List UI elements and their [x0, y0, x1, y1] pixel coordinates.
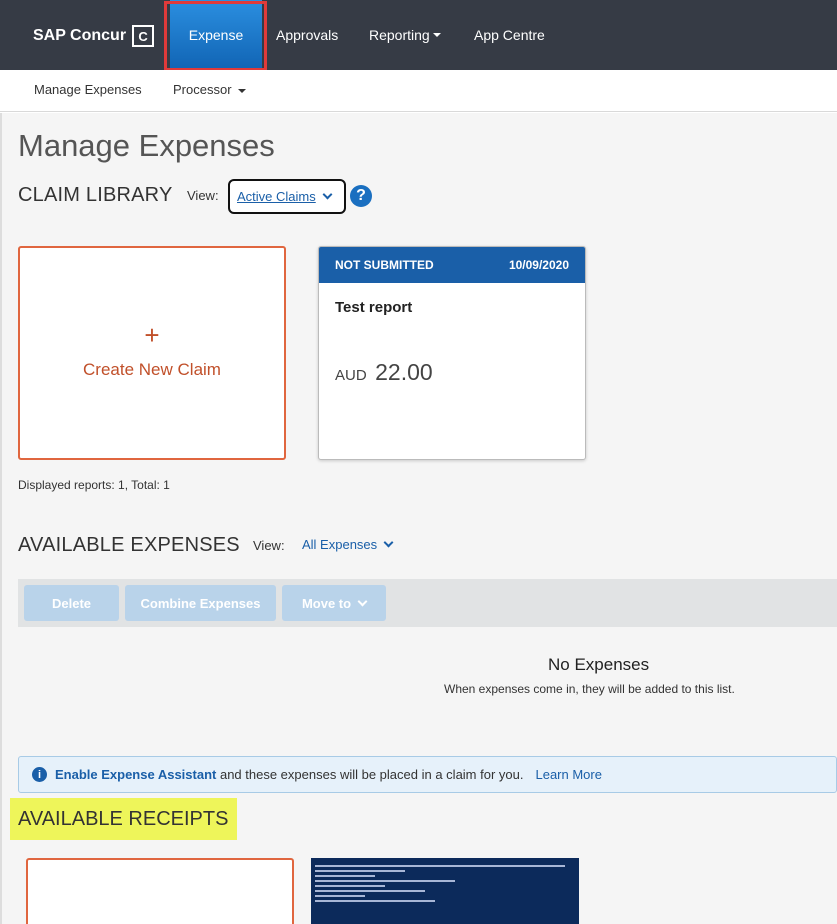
claim-view-value: Active Claims	[237, 189, 316, 204]
brand-name: SAP Concur	[33, 27, 127, 44]
plus-icon: +	[144, 320, 160, 350]
sub-nav: Manage Expenses Processor	[0, 70, 837, 112]
top-nav: SAP Concur C Expense Approvals Reporting…	[0, 0, 837, 70]
subnav-processor-label: Processor	[173, 82, 232, 97]
no-expenses-title: No Expenses	[548, 655, 650, 674]
claim-view-dropdown[interactable]: Active Claims	[228, 179, 346, 214]
displayed-reports-count: Displayed reports: 1, Total: 1	[18, 478, 170, 492]
upload-receipt-card[interactable]	[26, 858, 294, 924]
expense-assistant-banner: i Enable Expense Assistant and these exp…	[18, 756, 837, 793]
chevron-down-icon	[383, 537, 394, 548]
nav-approvals[interactable]: Approvals	[276, 0, 338, 70]
report-card-header: NOT SUBMITTED 10/09/2020	[319, 247, 585, 283]
concur-logo-icon: C	[132, 25, 155, 47]
expenses-view-value: All Expenses	[302, 537, 378, 552]
available-receipts-title: AVAILABLE RECEIPTS	[10, 798, 237, 840]
receipt-thumbnail[interactable]	[311, 858, 579, 924]
delete-button[interactable]: Delete	[24, 585, 119, 621]
nav-reporting-label: Reporting	[369, 27, 430, 43]
subnav-manage-expenses[interactable]: Manage Expenses	[34, 82, 142, 97]
help-icon[interactable]: ?	[350, 185, 372, 207]
create-new-claim-card[interactable]: + Create New Claim	[18, 246, 286, 460]
move-to-label: Move to	[301, 595, 352, 611]
page-title: Manage Expenses	[18, 128, 275, 163]
nav-reporting[interactable]: Reporting	[369, 0, 441, 70]
expenses-view-dropdown[interactable]: All Expenses	[302, 537, 394, 552]
claim-library-title: CLAIM LIBRARY	[18, 184, 173, 206]
expenses-toolbar: Delete Combine Expenses Move to	[18, 579, 837, 627]
chevron-down-icon	[357, 596, 368, 606]
available-expenses-title: AVAILABLE EXPENSES	[18, 534, 240, 556]
no-expenses-subtitle: When expenses come in, they will be adde…	[444, 682, 735, 696]
move-to-button[interactable]: Move to	[282, 585, 386, 621]
caret-down-icon	[432, 33, 441, 37]
report-name: Test report	[335, 299, 413, 316]
report-status: NOT SUBMITTED	[335, 258, 434, 272]
claim-view-label: View:	[187, 188, 219, 203]
caret-down-icon	[238, 88, 247, 93]
report-date: 10/09/2020	[508, 258, 569, 272]
report-amount-value: 22.00	[375, 359, 433, 385]
highlight-annotation	[164, 1, 267, 71]
expenses-view-label: View:	[253, 538, 285, 553]
assistant-text: and these expenses will be placed in a c…	[216, 767, 524, 782]
learn-more-link[interactable]: Learn More	[535, 767, 601, 782]
create-new-claim-label: Create New Claim	[83, 360, 221, 379]
report-amount: AUD 22.00	[335, 359, 433, 386]
nav-app-centre[interactable]: App Centre	[474, 0, 545, 70]
combine-expenses-button[interactable]: Combine Expenses	[125, 585, 276, 621]
subnav-processor[interactable]: Processor	[173, 82, 247, 97]
info-icon: i	[32, 767, 47, 782]
brand-logo[interactable]: SAP Concur C	[33, 24, 155, 48]
chevron-down-icon	[322, 189, 333, 200]
report-currency: AUD	[335, 367, 367, 384]
enable-expense-assistant-link[interactable]: Enable Expense Assistant	[55, 767, 216, 782]
report-card[interactable]: NOT SUBMITTED 10/09/2020 Test report AUD…	[318, 246, 586, 460]
